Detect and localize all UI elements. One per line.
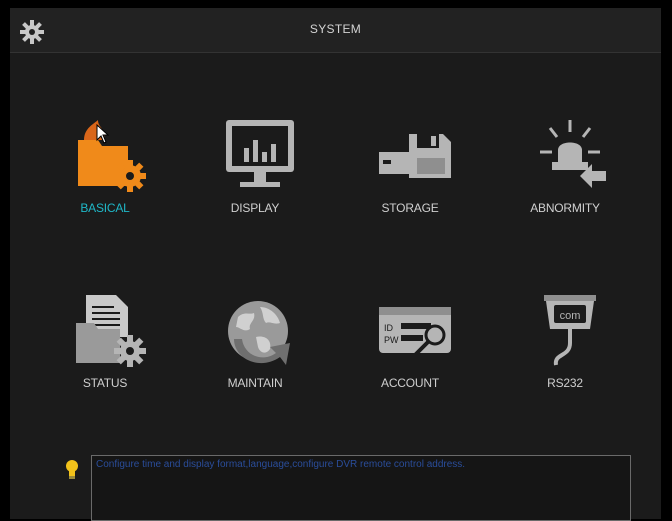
menu-item-label: STORAGE — [381, 201, 439, 215]
title-bar: SYSTEM — [10, 8, 661, 53]
com-port-icon: com — [544, 295, 596, 366]
menu-item-label: STATUS — [82, 376, 128, 390]
svg-text:PW: PW — [384, 335, 399, 345]
menu-item-label: MAINTAIN — [227, 376, 283, 390]
menu-item-display[interactable]: DISPLAY — [180, 118, 330, 228]
menu-item-account[interactable]: ID PW ACCOUNT — [335, 293, 485, 403]
menu-item-storage[interactable]: STORAGE — [335, 118, 485, 228]
menu-item-abnormity[interactable]: ABNORMITY — [490, 118, 640, 228]
menu-item-rs232[interactable]: com RS232 — [490, 293, 640, 403]
system-screen: SYSTEM BASICAL DISPLAY STORAGE ABNORMITY… — [10, 8, 661, 521]
alarm-light-icon — [540, 120, 606, 188]
help-tip-text: Configure time and display format,langua… — [96, 459, 466, 470]
menu-item-label: BASICAL — [80, 201, 130, 215]
menu-item-label: ACCOUNT — [381, 376, 439, 390]
basic-settings-icon — [78, 120, 146, 192]
mouse-pointer-icon — [96, 124, 110, 144]
globe-refresh-icon — [228, 301, 290, 365]
svg-text:ID: ID — [384, 323, 394, 333]
menu-item-label: RS232 — [547, 376, 583, 390]
window-title: SYSTEM — [309, 22, 362, 36]
monitor-chart-icon — [226, 120, 294, 187]
svg-text:com: com — [560, 310, 581, 322]
lightbulb-icon — [66, 460, 78, 479]
id-card-key-icon: ID PW — [379, 307, 451, 359]
menu-item-label: DISPLAY — [230, 201, 280, 215]
menu-item-status[interactable]: STATUS — [30, 293, 180, 403]
menu-item-label: ABNORMITY — [530, 201, 600, 215]
document-gear-icon — [76, 295, 146, 367]
disk-drive-icon — [379, 134, 451, 178]
menu-item-maintain[interactable]: MAINTAIN — [180, 293, 330, 403]
help-tip-box: Configure time and display format,langua… — [91, 455, 631, 521]
